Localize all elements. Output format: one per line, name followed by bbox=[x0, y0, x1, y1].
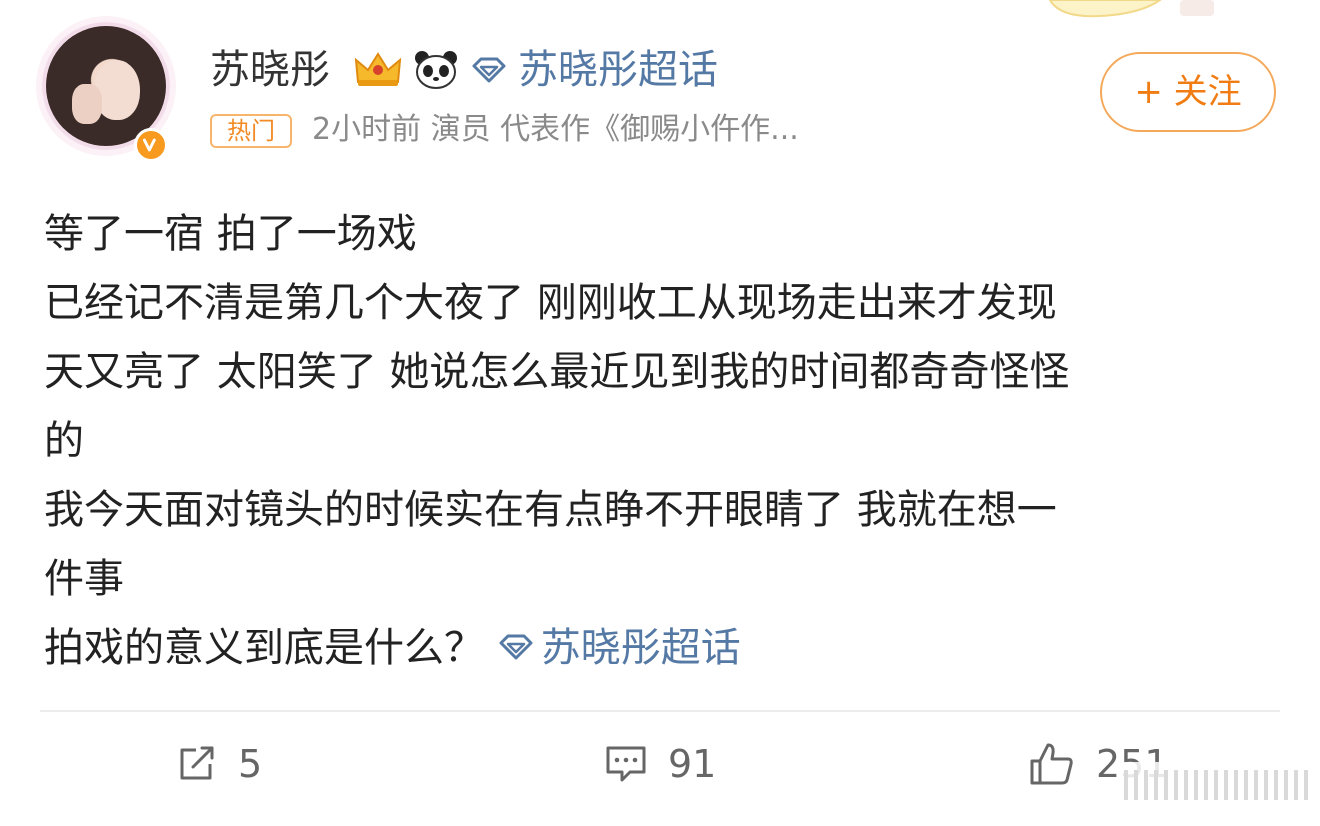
post-line: 天又亮了 太阳笑了 她说怎么最近见到我的时间都奇奇怪怪 bbox=[44, 349, 1070, 395]
post-line-text: 拍戏的意义到底是什么？ bbox=[44, 625, 484, 671]
post-content: 等了一宿 拍了一场戏 已经记不清是第几个大夜了 刚刚收工从现场走出来才发现 天又… bbox=[44, 200, 1284, 683]
post-line: 已经记不清是第几个大夜了 刚刚收工从现场走出来才发现 bbox=[44, 280, 1057, 326]
watermark-pattern-icon bbox=[1120, 762, 1316, 810]
panda-icon bbox=[415, 51, 457, 89]
sticker-decoration-icon bbox=[1048, 0, 1214, 18]
post-line: 的 bbox=[44, 418, 84, 464]
follow-button[interactable]: + 关注 bbox=[1100, 52, 1276, 132]
thumbs-up-icon bbox=[1030, 743, 1073, 785]
post-line: 等了一宿 拍了一场戏 bbox=[44, 211, 417, 257]
inline-supertopic-label: 苏晓彤超话 bbox=[540, 625, 741, 671]
comment-count: 91 bbox=[668, 742, 717, 786]
post-line: 我今天面对镜头的时候实在有点睁不开眼睛了 我就在想一 bbox=[44, 487, 1057, 533]
post-meta: 2小时前 演员 代表作《御赐小仵作... bbox=[312, 112, 799, 147]
supertopic-link[interactable]: 苏晓彤超话 bbox=[518, 46, 718, 94]
repost-count: 5 bbox=[238, 742, 263, 786]
avatar-hand bbox=[72, 84, 102, 124]
crown-icon bbox=[354, 52, 402, 86]
comment-button[interactable]: 91 bbox=[604, 738, 716, 790]
post-line-last: 拍戏的意义到底是什么？ 苏晓彤超话 bbox=[44, 614, 1284, 683]
supertopic-diamond-icon bbox=[472, 57, 506, 83]
author-avatar[interactable] bbox=[36, 16, 176, 162]
repost-icon bbox=[180, 746, 214, 780]
author-name[interactable]: 苏晓彤 bbox=[210, 46, 330, 94]
divider bbox=[40, 710, 1280, 712]
inline-supertopic-link[interactable]: 苏晓彤超话 bbox=[497, 625, 741, 671]
hot-badge: 热门 bbox=[210, 114, 292, 148]
supertopic-diamond-icon bbox=[499, 634, 533, 660]
post-line: 件事 bbox=[44, 556, 124, 602]
repost-button[interactable]: 5 bbox=[176, 738, 262, 790]
comment-icon bbox=[606, 746, 646, 782]
verified-v-icon bbox=[134, 128, 168, 162]
